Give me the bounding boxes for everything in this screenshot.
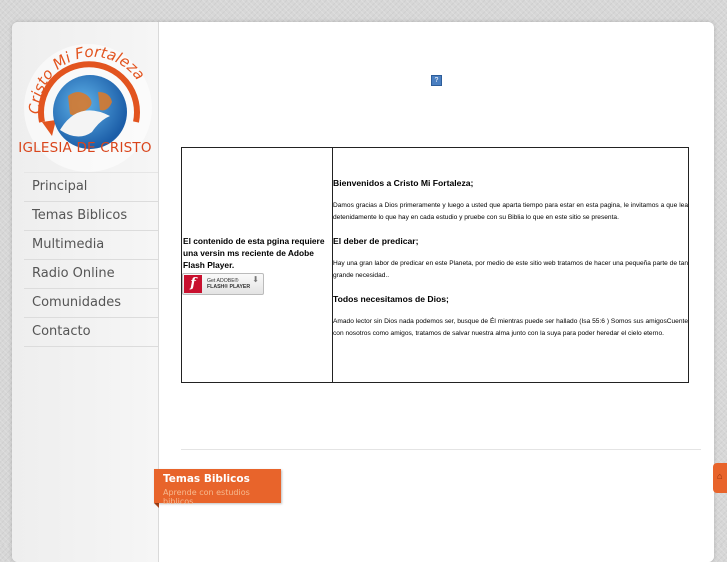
content-divider: [181, 449, 701, 450]
banner-fold: [154, 503, 159, 508]
banner-subtitle: Aprende con estudios biblicos: [163, 488, 250, 506]
side-tab-button[interactable]: ⌂: [713, 463, 727, 493]
sidebar-item-contacto[interactable]: Contacto: [24, 318, 158, 347]
flash-logo-icon: f: [184, 275, 202, 293]
church-logo[interactable]: Cristo Mi Fortaleza: [18, 26, 156, 188]
page-frame: Cristo Mi Fortaleza IGLESIA DE CRISTO Pr…: [12, 22, 714, 562]
get-flash-player-button[interactable]: f Get ADOBE® FLASH® PLAYER ⬇: [182, 273, 264, 295]
temas-biblicos-banner[interactable]: Temas Biblicos Aprende con estudios bibl…: [154, 469, 281, 506]
flash-badge-line2: FLASH® PLAYER: [207, 284, 251, 290]
question-mark-icon[interactable]: ?: [431, 75, 442, 86]
church-name: IGLESIA DE CRISTO: [18, 140, 152, 156]
sidebar-nav: Principal Temas Biblicos Multimedia Radi…: [24, 172, 158, 347]
article-heading: Bienvenidos a Cristo Mi Fortaleza;: [333, 178, 474, 188]
download-arrow-icon: ⬇: [252, 275, 259, 284]
article-paragraph: Hay una gran labor de predicar en este P…: [333, 260, 688, 279]
sidebar-item-radio-online[interactable]: Radio Online: [24, 260, 158, 289]
article-paragraph: Amado lector sin Dios nada podemos ser, …: [333, 318, 688, 337]
article-paragraph: Damos gracias a Dios primeramente y lueg…: [333, 202, 688, 221]
sidebar-item-temas-biblicos[interactable]: Temas Biblicos: [24, 202, 158, 231]
flash-notice-message: El contenido de esta pgina requiere una …: [183, 236, 325, 270]
sidebar-item-principal[interactable]: Principal: [24, 172, 158, 202]
banner-title: Temas Biblicos: [163, 473, 250, 485]
home-icon: ⌂: [717, 471, 723, 481]
flash-notice-cell: El contenido de esta pgina requiere una …: [181, 147, 333, 383]
sidebar-item-comunidades[interactable]: Comunidades: [24, 289, 158, 318]
article-heading: Todos necesitamos de Dios;: [333, 294, 449, 304]
article-cell: Bienvenidos a Cristo Mi Fortaleza; Damos…: [332, 147, 689, 383]
sidebar: Cristo Mi Fortaleza IGLESIA DE CRISTO Pr…: [12, 22, 159, 562]
content-table: El contenido de esta pgina requiere una …: [181, 147, 689, 383]
article-heading: El deber de predicar;: [333, 236, 419, 246]
sidebar-item-multimedia[interactable]: Multimedia: [24, 231, 158, 260]
